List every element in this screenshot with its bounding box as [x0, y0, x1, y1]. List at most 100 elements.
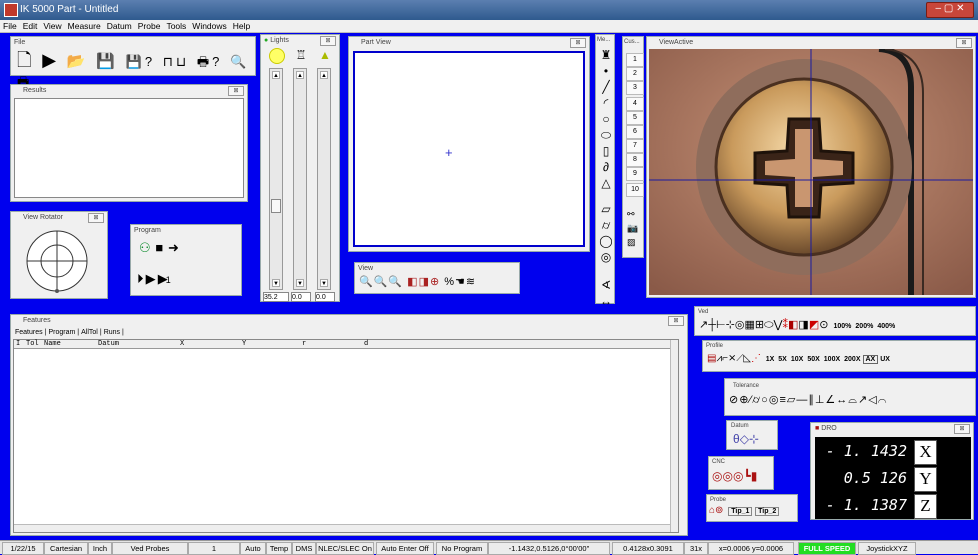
window-controls[interactable]: – ▢ ✕: [926, 2, 974, 18]
profile-zoom-ux[interactable]: UX: [878, 356, 892, 363]
light-value-2[interactable]: 0.0: [291, 292, 311, 302]
view-rotator-close-button[interactable]: ⊠: [88, 213, 104, 223]
light-slider-2[interactable]: ▲ ▼: [293, 68, 307, 290]
menu-view[interactable]: View: [40, 20, 64, 33]
status-auto-enter[interactable]: Auto Enter Off: [376, 542, 434, 555]
top-view-icon[interactable]: ◨: [419, 276, 430, 288]
menu-tools[interactable]: Tools: [163, 20, 189, 33]
cylinder-icon[interactable]: ⌭: [598, 217, 614, 233]
play-icon[interactable]: ▶: [146, 271, 156, 287]
menu-datum[interactable]: Datum: [104, 20, 135, 33]
zoom-fit-icon[interactable]: 🔍: [359, 276, 374, 288]
arc-icon[interactable]: ◜: [598, 95, 614, 111]
tol-profile-surface-icon[interactable]: ⌓: [848, 394, 858, 406]
menu-measure[interactable]: Measure: [65, 20, 104, 33]
cnc-target-icon[interactable]: ◎: [712, 469, 722, 483]
tol-runout-icon[interactable]: ↗: [858, 394, 868, 406]
play-step-icon[interactable]: ▶: [158, 271, 168, 287]
tol-flatness-icon[interactable]: ▱: [787, 394, 796, 406]
tol-circularity-icon[interactable]: ○: [761, 394, 769, 406]
open-folder-icon[interactable]: 📂: [67, 54, 89, 70]
profile-zoom-100x[interactable]: 100X: [822, 356, 842, 363]
ved-grid-icon[interactable]: ▦: [744, 319, 754, 331]
ved-pointer-icon[interactable]: ↗: [699, 319, 708, 331]
probe-tip-1[interactable]: Tip_1: [728, 507, 753, 516]
custom-button-2[interactable]: 2: [626, 67, 644, 81]
tol-width-icon[interactable]: ↔: [836, 394, 848, 406]
lights-close-button[interactable]: ⊠: [320, 36, 336, 46]
menu-edit[interactable]: Edit: [20, 20, 41, 33]
results-close-button[interactable]: ⊠: [228, 86, 244, 96]
circle-icon[interactable]: ○: [598, 111, 614, 127]
ved-crosshair-icon[interactable]: ┼: [708, 319, 716, 331]
line-icon[interactable]: ╱: [598, 79, 614, 95]
zoom-out-icon[interactable]: 🔍: [388, 276, 403, 288]
cnc-target3-icon[interactable]: ◎: [733, 469, 743, 483]
print-query-icon[interactable]: 🖶?: [197, 54, 223, 70]
camera-image[interactable]: [649, 49, 973, 295]
ved-zoom-400[interactable]: 400%: [875, 323, 897, 330]
col-y[interactable]: Y: [242, 340, 246, 349]
status-nlec[interactable]: NLEC/SLEC On: [316, 542, 374, 555]
iso-view-icon[interactable]: ◧: [407, 276, 418, 288]
status-units[interactable]: Inch: [88, 542, 112, 555]
profile-ramp-icon[interactable]: ◺: [743, 353, 751, 364]
binoculars-icon[interactable]: ⚯: [627, 209, 635, 220]
camera-icon[interactable]: 📷: [627, 223, 638, 234]
sphere-icon[interactable]: ◯: [598, 233, 614, 249]
tol-angle-icon[interactable]: ◁: [868, 394, 877, 406]
profile-zoom-1x[interactable]: 1X: [764, 356, 777, 363]
datum-align-icon[interactable]: ◇: [740, 432, 749, 446]
profile-icon[interactable]: ⊓⊔: [163, 54, 189, 70]
profile-zoom-ax[interactable]: AX: [862, 355, 879, 364]
light-value-1[interactable]: 35.2: [263, 292, 289, 302]
ved-edge-icon[interactable]: ⊢: [716, 319, 726, 331]
dro-y-axis-button[interactable]: Y: [914, 467, 937, 492]
light-value-3[interactable]: 0.0: [315, 292, 335, 302]
ved-focus-icon[interactable]: ⊙: [819, 319, 828, 331]
tab-runs[interactable]: Runs: [102, 329, 122, 336]
profile-zoom-50x[interactable]: 50X: [805, 356, 821, 363]
status-speed[interactable]: FULL SPEED: [798, 542, 856, 555]
tol-perpendicular-icon[interactable]: ⊥: [815, 394, 826, 406]
part-view-close-button[interactable]: ⊠: [570, 38, 586, 48]
menu-file[interactable]: File: [0, 20, 20, 33]
percent-icon[interactable]: %: [444, 276, 455, 288]
custom-button-3[interactable]: 3: [626, 81, 644, 95]
ved-circle-icon[interactable]: ◎: [735, 319, 745, 331]
status-dms[interactable]: DMS: [292, 542, 316, 555]
ved-box-icon[interactable]: ⊞: [755, 319, 764, 331]
col-x[interactable]: X: [180, 340, 184, 349]
tol-cylindricity-icon[interactable]: ⌭: [752, 394, 761, 406]
record-icon[interactable]: ⚇: [139, 240, 151, 256]
tol-angularity-icon[interactable]: ∠: [825, 394, 836, 406]
features-hscroll[interactable]: [14, 524, 670, 532]
custom-button-10[interactable]: 10: [626, 183, 644, 197]
tol-true-position-icon[interactable]: ⊕: [739, 394, 749, 406]
image-icon[interactable]: ▨: [627, 237, 636, 248]
features-table[interactable]: I Tol Name Datum X Y r d: [13, 339, 679, 533]
stop-icon[interactable]: ■: [155, 240, 163, 256]
col-d[interactable]: d: [364, 340, 368, 349]
cnc-target2-icon[interactable]: ◎: [722, 469, 732, 483]
profile-fan-icon[interactable]: ⋰: [751, 353, 761, 364]
run-icon[interactable]: ▶: [42, 51, 59, 69]
tol-line-icon[interactable]: —: [796, 394, 808, 406]
custom-button-1[interactable]: 1: [626, 53, 644, 67]
col-r[interactable]: r: [302, 340, 306, 349]
cnc-home-icon[interactable]: ┗: [743, 469, 750, 483]
print-preview-icon[interactable]: 🔍: [230, 54, 249, 70]
tab-features[interactable]: Features: [13, 329, 45, 336]
dro-x-axis-button[interactable]: X: [914, 440, 937, 465]
custom-button-9[interactable]: 9: [626, 167, 644, 181]
rotator-dial-icon[interactable]: [25, 228, 89, 294]
status-temp[interactable]: Temp: [266, 542, 292, 555]
torus-icon[interactable]: ◎: [598, 249, 614, 265]
ved-v-icon[interactable]: ⋁: [773, 319, 782, 331]
custom-button-7[interactable]: 7: [626, 139, 644, 153]
tol-concentricity-icon[interactable]: ◎: [769, 394, 780, 406]
custom-button-4[interactable]: 4: [626, 97, 644, 111]
tab-program[interactable]: Program: [46, 329, 77, 336]
profile-zoom-5x[interactable]: 5X: [776, 356, 789, 363]
status-joystick[interactable]: JoystickXYZ: [858, 542, 916, 555]
